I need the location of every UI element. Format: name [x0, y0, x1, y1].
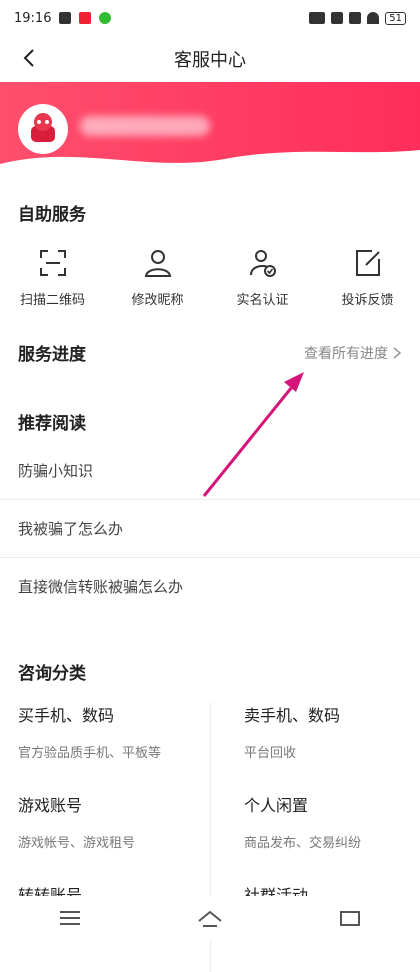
wifi-icon	[367, 12, 380, 24]
blurred-username	[80, 116, 210, 136]
chevron-right-icon	[393, 346, 402, 359]
back-arrow-icon[interactable]	[16, 44, 44, 72]
home-icon[interactable]	[197, 907, 223, 929]
status-right: 51	[309, 11, 406, 25]
view-all-progress-link[interactable]: 查看所有进度	[304, 343, 402, 363]
real-name-auth-button[interactable]: 实名认证	[215, 247, 310, 308]
edit-nickname-button[interactable]: 修改昵称	[110, 247, 205, 308]
nav-bar: 客服中心	[0, 36, 420, 82]
service-progress-row: 服务进度 查看所有进度	[0, 316, 420, 365]
self-service-row: 扫描二维码 修改昵称 实名认证 投诉反馈	[0, 225, 420, 316]
system-nav-bar	[0, 896, 420, 940]
list-item-label: 我被骗了怎么办	[18, 520, 124, 538]
signal-5g-icon	[349, 12, 362, 24]
status-left: 19:16	[14, 10, 112, 26]
battery-icon: 51	[385, 11, 406, 25]
list-item-label: 直接微信转账被骗怎么办	[18, 578, 184, 596]
edit-note-icon	[355, 250, 380, 276]
recommend-reading-title: 推荐阅读	[18, 414, 86, 434]
category-subtitle: 平台回收	[244, 746, 297, 761]
category-cell[interactable]: 游戏账号 游戏帐号、游戏租号	[0, 792, 210, 882]
category-title: 个人闲置	[244, 796, 309, 815]
notification-icon	[99, 12, 112, 24]
menu-icon[interactable]	[57, 907, 83, 929]
list-item[interactable]: 直接微信转账被骗怎么办	[0, 558, 420, 615]
edit-nickname-label: 修改昵称	[131, 293, 184, 308]
list-item-label: 防骗小知识	[18, 462, 94, 480]
consult-category-title: 咨询分类	[18, 664, 86, 684]
scan-qr-button[interactable]: 扫描二维码	[5, 247, 100, 308]
real-name-auth-label: 实名认证	[236, 293, 289, 308]
recent-apps-icon[interactable]	[337, 907, 363, 929]
list-item[interactable]: 防骗小知识	[0, 442, 420, 500]
list-item[interactable]: 我被骗了怎么办	[0, 500, 420, 558]
category-subtitle: 官方验品质手机、平板等	[18, 746, 162, 761]
status-bar: 19:16 51	[0, 0, 420, 36]
category-title: 卖手机、数码	[244, 706, 341, 725]
profile-banner	[0, 82, 420, 170]
category-cell[interactable]: 个人闲置 商品发布、交易纠纷	[210, 792, 420, 882]
complaint-feedback-button[interactable]: 投诉反馈	[320, 247, 415, 308]
view-all-progress-label: 查看所有进度	[304, 345, 388, 362]
signal-4g-icon	[331, 12, 344, 24]
verified-user-icon	[249, 250, 276, 277]
status-time: 19:16	[14, 10, 52, 26]
complaint-feedback-label: 投诉反馈	[341, 293, 394, 308]
notification-icon	[79, 12, 92, 24]
category-cell[interactable]: 买手机、数码 官方验品质手机、平板等	[0, 702, 210, 792]
scan-icon	[39, 250, 66, 276]
category-subtitle: 游戏帐号、游戏租号	[18, 836, 136, 851]
category-title: 买手机、数码	[18, 706, 115, 725]
reading-list: 防骗小知识 我被骗了怎么办 直接微信转账被骗怎么办	[0, 442, 420, 615]
self-service-title: 自助服务	[18, 205, 86, 225]
service-progress-title: 服务进度	[18, 345, 86, 365]
category-title: 游戏账号	[18, 796, 83, 815]
avatar-mascot-icon	[23, 109, 63, 149]
category-cell[interactable]: 卖手机、数码 平台回收	[210, 702, 420, 792]
notification-icon	[59, 12, 72, 24]
hd-signal-icon	[309, 12, 326, 24]
category-subtitle: 商品发布、交易纠纷	[244, 836, 362, 851]
scan-qr-label: 扫描二维码	[19, 293, 85, 308]
page-title: 客服中心	[174, 50, 246, 71]
user-icon	[144, 250, 171, 277]
avatar[interactable]	[18, 104, 68, 154]
